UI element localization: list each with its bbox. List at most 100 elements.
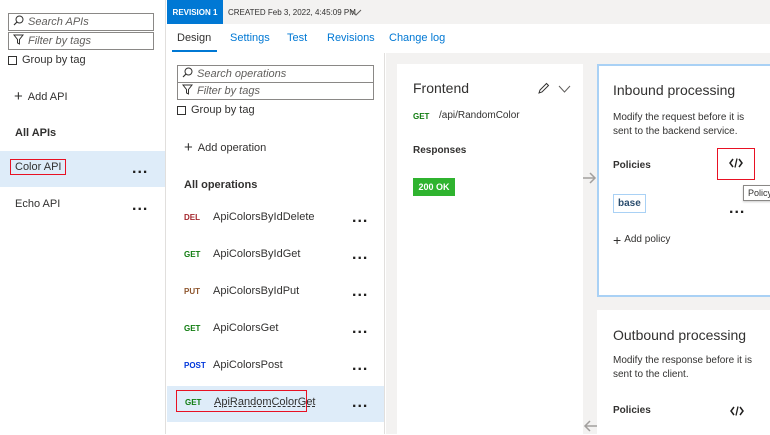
- api-list-panel: Search APIs Filter by tags Group by tag …: [0, 0, 166, 434]
- policy-tooltip: Policy: [743, 185, 770, 201]
- filter-operations-placeholder: Filter by tags: [197, 85, 260, 97]
- arrow-left-icon: [583, 419, 597, 435]
- plus-icon: +: [14, 88, 23, 105]
- operation-row[interactable]: POST ApiColorsPost...: [167, 349, 384, 385]
- group-by-tag-checkbox[interactable]: Group by tag: [177, 104, 255, 116]
- group-by-tag-checkbox[interactable]: Group by tag: [8, 54, 86, 66]
- operation-row-content: POST ApiColorsPost: [176, 353, 356, 375]
- operations-panel: Search operations Filter by tags Group b…: [167, 53, 385, 434]
- api-item-echo-api[interactable]: Echo API ...: [0, 189, 165, 225]
- filter-icon: [12, 34, 25, 48]
- operation-name: ApiColorsByIdPut: [213, 285, 300, 297]
- more-options-icon[interactable]: ...: [729, 201, 745, 217]
- operation-method: GET: [184, 250, 201, 259]
- inbound-processing-card: Inbound processing Modify the request be…: [597, 64, 770, 297]
- tab-design-underline: [172, 50, 217, 52]
- operation-method: GET: [185, 398, 202, 407]
- revision-header: REVISION 1 CREATED Feb 3, 2022, 4:45:09 …: [167, 0, 770, 24]
- more-options-icon[interactable]: ...: [352, 395, 368, 411]
- add-api-button[interactable]: + Add API: [14, 88, 68, 105]
- filter-icon: [181, 84, 194, 98]
- tab-change-log[interactable]: Change log: [389, 32, 445, 44]
- api-item-label: Echo API: [15, 198, 61, 210]
- filter-apis-input[interactable]: Filter by tags: [8, 32, 154, 50]
- plus-icon: +: [184, 139, 193, 156]
- edit-pencil-icon[interactable]: [537, 82, 550, 98]
- all-operations-heading: All operations: [184, 179, 258, 191]
- operation-row[interactable]: GET ApiColorsGet...: [167, 312, 384, 348]
- operation-method: POST: [184, 361, 206, 370]
- search-apis-input[interactable]: Search APIs: [8, 13, 154, 31]
- outbound-description: Modify the response before it is sent to…: [613, 355, 752, 380]
- operation-name: ApiColorsPost: [213, 359, 283, 371]
- more-options-icon[interactable]: ...: [132, 161, 148, 177]
- operation-row-content: GET ApiColorsGet: [176, 316, 356, 338]
- frontend-card: Frontend GET /api/RandomColor Responses …: [397, 64, 583, 434]
- inbound-description: Modify the request before it is sent to …: [613, 112, 745, 137]
- search-apis-placeholder: Search APIs: [28, 16, 89, 28]
- group-by-tag-label: Group by tag: [22, 54, 86, 66]
- operation-row[interactable]: DEL ApiColorsByIdDelete...: [167, 201, 384, 237]
- filter-apis-placeholder: Filter by tags: [28, 35, 91, 47]
- add-policy-label: Add policy: [624, 234, 671, 245]
- more-options-icon[interactable]: ...: [352, 321, 368, 337]
- operation-row[interactable]: PUT ApiColorsByIdPut...: [167, 275, 384, 311]
- checkbox-box[interactable]: [8, 55, 17, 65]
- operation-method: GET: [184, 324, 201, 333]
- operation-method: PUT: [184, 287, 200, 296]
- more-options-icon[interactable]: ...: [352, 358, 368, 374]
- operation-method: DEL: [184, 213, 200, 222]
- base-policy-tag[interactable]: base: [613, 194, 646, 213]
- add-operation-button[interactable]: + Add operation: [184, 139, 267, 156]
- tab-revisions[interactable]: Revisions: [327, 32, 375, 44]
- code-icon[interactable]: [730, 405, 744, 419]
- checkbox-box[interactable]: [177, 105, 186, 115]
- frontend-path: /api/RandomColor: [439, 110, 520, 121]
- response-200-badge[interactable]: 200 OK: [413, 178, 455, 196]
- operation-row-content: GET ApiColorsByIdGet: [176, 242, 356, 264]
- operation-row[interactable]: GET ApiColorsByIdGet...: [167, 238, 384, 274]
- outbound-processing-card: Outbound processing Modify the response …: [597, 310, 770, 434]
- inbound-policies-label: Policies: [613, 160, 651, 171]
- operation-name: ApiColorsByIdGet: [213, 248, 301, 260]
- operation-name: ApiColorsGet: [213, 322, 279, 334]
- chevron-down-icon[interactable]: [558, 83, 571, 97]
- api-item-color-api[interactable]: Color API ...: [0, 151, 165, 187]
- tab-test[interactable]: Test: [287, 32, 307, 44]
- add-api-label: Add API: [27, 91, 68, 103]
- revision-badge: REVISION 1: [167, 0, 223, 24]
- more-options-icon[interactable]: ...: [352, 210, 368, 226]
- frontend-method: GET: [413, 112, 430, 121]
- api-item-label: Color API: [10, 159, 67, 175]
- tab-bar: Design Settings Test Revisions Change lo…: [167, 24, 770, 52]
- inbound-title: Inbound processing: [613, 82, 736, 98]
- operation-row-content: DEL ApiColorsByIdDelete: [176, 205, 356, 227]
- tab-design[interactable]: Design: [177, 32, 211, 44]
- more-options-icon[interactable]: ...: [132, 198, 148, 214]
- all-apis-heading: All APIs: [15, 127, 57, 139]
- revision-created-text: CREATED Feb 3, 2022, 4:45:09 PM: [228, 8, 356, 17]
- chevron-down-icon[interactable]: [350, 6, 362, 20]
- more-options-icon[interactable]: ...: [352, 284, 368, 300]
- more-options-icon[interactable]: ...: [352, 247, 368, 263]
- arrow-right-icon: [583, 171, 597, 187]
- tab-settings[interactable]: Settings: [230, 32, 270, 44]
- add-operation-label: Add operation: [197, 142, 267, 154]
- add-policy-button[interactable]: + Add policy: [613, 231, 671, 248]
- code-editor-button[interactable]: [717, 148, 755, 180]
- code-icon: [729, 157, 743, 171]
- operation-row-content: GET ApiRandomColorGet: [176, 390, 316, 412]
- filter-operations-input[interactable]: Filter by tags: [177, 82, 374, 100]
- outbound-policies-label: Policies: [613, 405, 651, 416]
- search-icon: [182, 67, 193, 81]
- responses-label: Responses: [413, 145, 467, 156]
- operation-row-content: PUT ApiColorsByIdPut: [176, 279, 356, 301]
- operation-row[interactable]: GET ApiRandomColorGet...: [167, 386, 384, 422]
- operation-name: ApiColorsByIdDelete: [213, 211, 315, 223]
- search-operations-placeholder: Search operations: [197, 68, 287, 80]
- plus-icon: +: [613, 231, 622, 248]
- frontend-title: Frontend: [413, 80, 470, 96]
- operation-name: ApiRandomColorGet: [214, 396, 316, 408]
- search-icon: [13, 15, 24, 29]
- search-operations-input[interactable]: Search operations: [177, 65, 374, 83]
